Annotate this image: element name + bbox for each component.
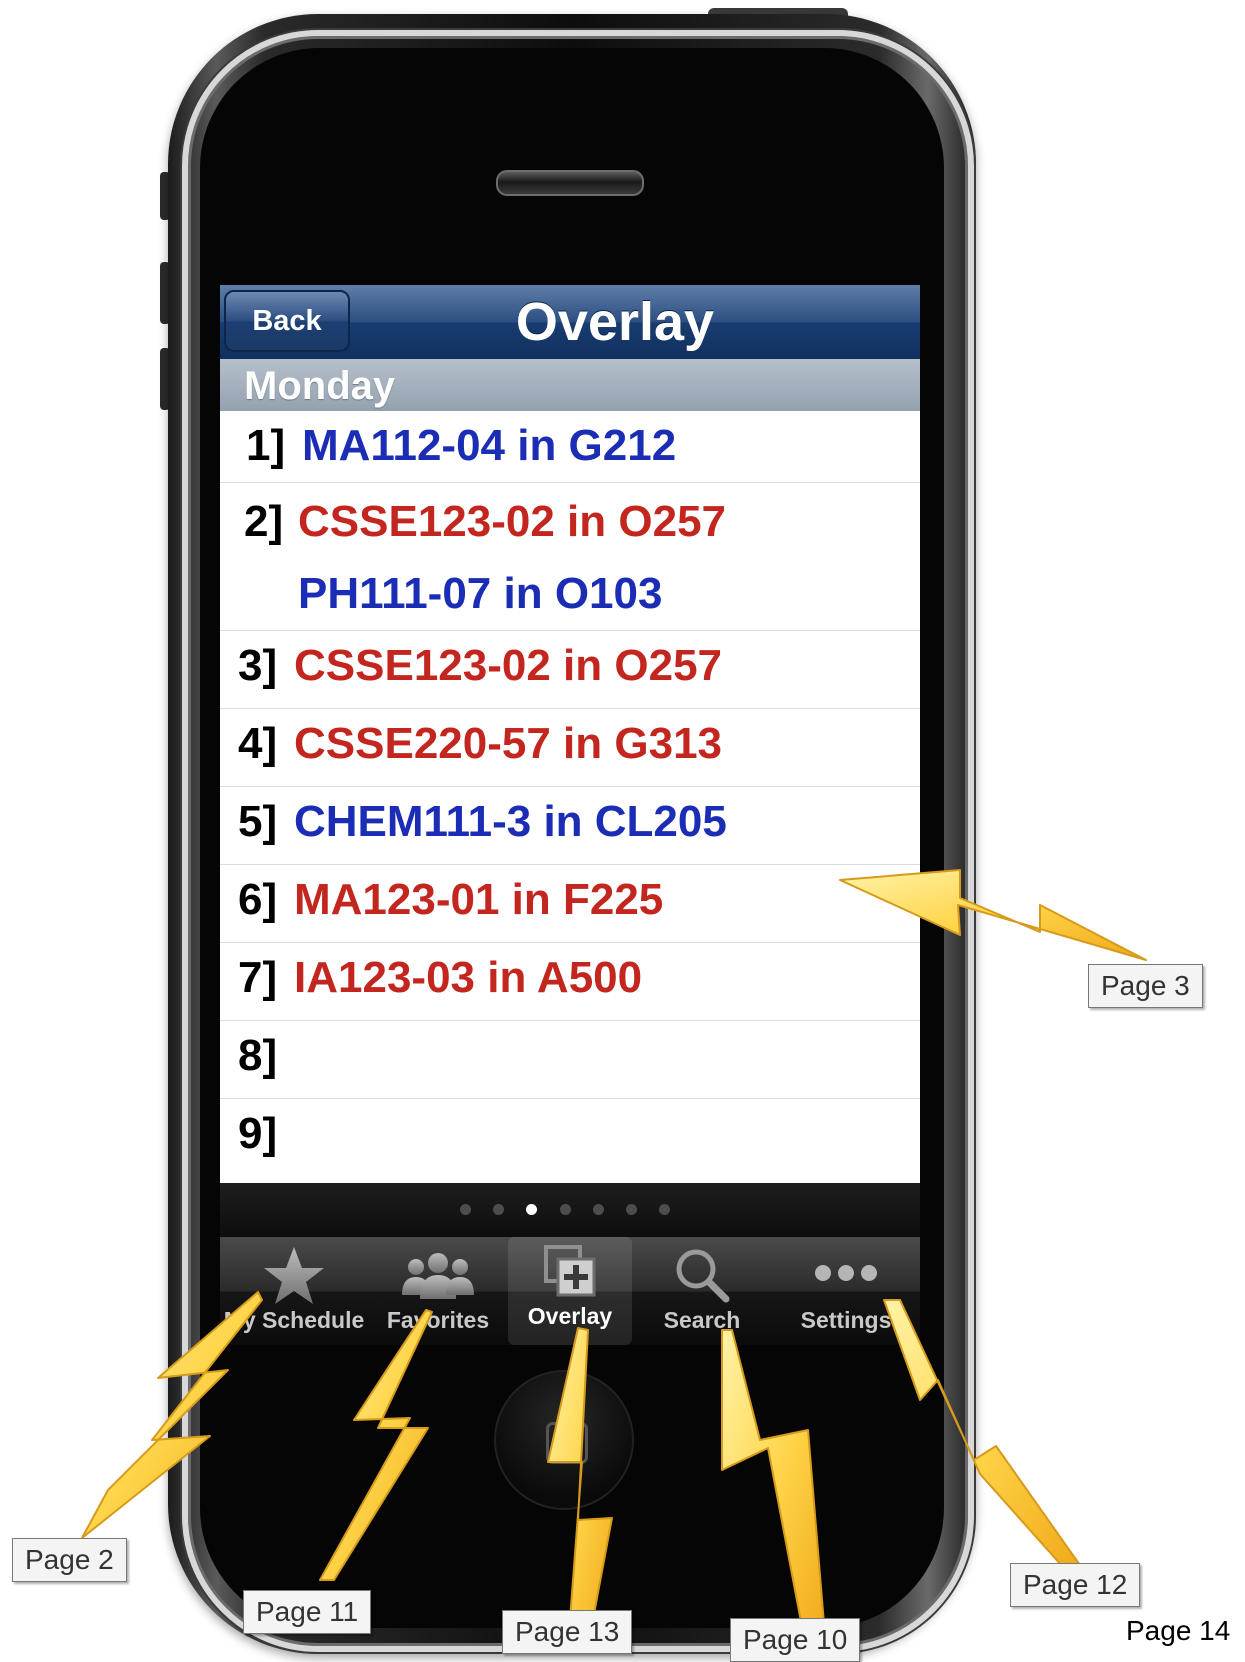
callout-page-10: Page 10 (730, 1618, 861, 1662)
page-number: Page 14 (1126, 1615, 1231, 1646)
lightning-bolt-icon (81, 1291, 263, 1539)
callout-page-3: Page 3 (1088, 964, 1203, 1008)
lightning-bolt-icon (721, 1329, 827, 1649)
lightning-bolt-icon (547, 1327, 613, 1647)
lightning-bolt-icon (839, 869, 1147, 961)
callout-page-11: Page 11 (243, 1590, 372, 1634)
callout-page-12: Page 12 (1010, 1563, 1141, 1607)
annotation-arrows (81, 869, 1147, 1649)
lightning-bolt-icon (883, 1299, 1083, 1576)
callout-page-2: Page 2 (12, 1538, 127, 1582)
callout-page-13: Page 13 (502, 1610, 633, 1654)
lightning-bolt-icon (319, 1309, 433, 1581)
